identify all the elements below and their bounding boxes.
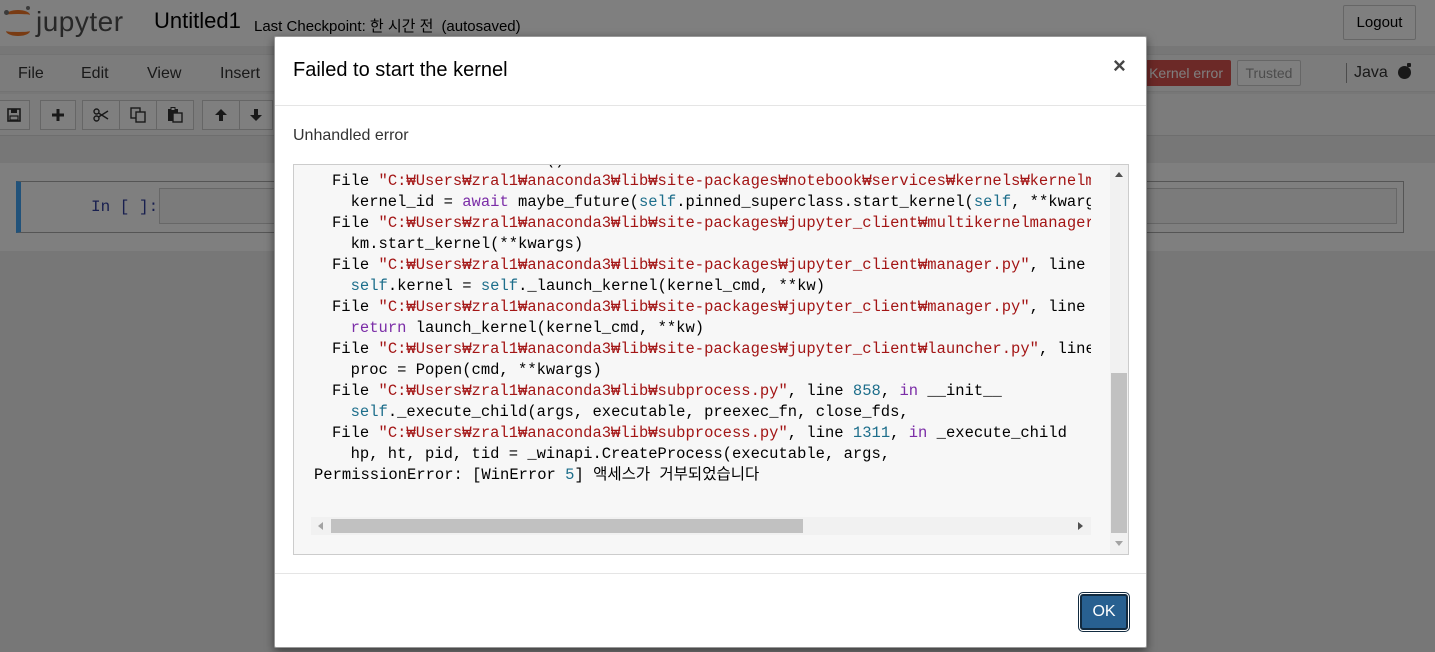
traceback-token: "C:₩Users₩zral1₩anaconda3₩lib₩site-packa… <box>378 340 1039 358</box>
traceback-token: self <box>973 193 1012 211</box>
traceback-token: self <box>480 277 519 295</box>
traceback-token <box>332 403 351 421</box>
traceback-token: "C:₩Users₩zral1₩anaconda3₩lib₩site-packa… <box>378 214 1091 232</box>
traceback-line: self._execute_child(args, executable, pr… <box>314 402 1091 423</box>
traceback-line: return launch_kernel(kernel_cmd, **kw) <box>314 318 1091 339</box>
traceback-token: return <box>350 319 407 337</box>
traceback-line: PermissionError: [WinError 5] 액세스가 거부되었습… <box>314 465 1091 486</box>
traceback-token: , <box>880 382 900 400</box>
scroll-up-arrow-icon[interactable] <box>1115 172 1123 177</box>
traceback-token: proc = Popen(cmd, **kwargs) <box>332 361 602 379</box>
error-message: Unhandled error <box>293 127 409 144</box>
ok-button[interactable]: OK <box>1079 593 1129 631</box>
traceback-token: self <box>350 403 388 421</box>
traceback-token: File <box>332 256 379 274</box>
scroll-down-arrow-icon[interactable] <box>1115 541 1123 546</box>
traceback-token: "C:₩Users₩zral1₩anaconda3₩lib₩subprocess… <box>378 424 788 442</box>
traceback-text: value = future.result() File "C:₩Users₩zr… <box>314 165 1091 486</box>
horizontal-scrollbar[interactable] <box>311 517 1091 535</box>
dialog-title: Failed to start the kernel <box>293 59 508 81</box>
traceback-token: ] 액세스가 거부되었습니다 <box>574 466 760 484</box>
traceback-line: File "C:₩Users₩zral1₩anaconda3₩lib₩site-… <box>314 339 1091 360</box>
traceback-token: .pinned_superclass.start_kernel( <box>676 193 974 211</box>
traceback-line: File "C:₩Users₩zral1₩anaconda3₩lib₩subpr… <box>314 423 1091 444</box>
traceback-token: ._execute_child(args, executable, preexe… <box>387 403 909 421</box>
traceback-token: File <box>332 382 379 400</box>
traceback-token: , line <box>1029 298 1091 316</box>
traceback-line: proc = Popen(cmd, **kwargs) <box>314 360 1091 381</box>
traceback-token: .kernel = <box>387 277 481 295</box>
traceback-token: km.start_kernel(**kwargs) <box>332 235 584 253</box>
traceback-token: launch_kernel(kernel_cmd, **kw) <box>406 319 705 337</box>
traceback-token: __init__ <box>918 382 1002 400</box>
traceback-token: in <box>899 382 919 400</box>
error-dialog: Failed to start the kernel × Unhandled e… <box>274 36 1147 648</box>
traceback-token: File <box>332 214 379 232</box>
traceback-token: , line <box>1029 256 1091 274</box>
traceback-token: self <box>638 193 677 211</box>
traceback-token: value = future.result() <box>332 165 565 169</box>
dialog-footer: OK <box>275 573 1146 647</box>
traceback-token: , line <box>787 382 853 400</box>
traceback-token <box>332 319 351 337</box>
traceback-token: "C:₩Users₩zral1₩anaconda3₩lib₩site-packa… <box>378 256 1030 274</box>
traceback-token: await <box>462 193 509 211</box>
traceback-token: , **kwargs) <box>1011 193 1091 211</box>
traceback-token: _execute_child <box>927 424 1067 442</box>
traceback-line: File "C:₩Users₩zral1₩anaconda3₩lib₩site-… <box>314 213 1091 234</box>
traceback-line: File "C:₩Users₩zral1₩anaconda3₩lib₩site-… <box>314 171 1091 192</box>
traceback-token: 858 <box>852 382 881 400</box>
traceback-token: , line <box>1038 340 1091 358</box>
traceback-token: File <box>332 424 379 442</box>
traceback-token: , line <box>787 424 853 442</box>
traceback-token: ._launch_kernel(kernel_cmd, **kw) <box>518 277 826 295</box>
traceback-token: "C:₩Users₩zral1₩anaconda3₩lib₩site-packa… <box>378 172 1091 190</box>
traceback-line: hp, ht, pid, tid = _winapi.CreateProcess… <box>314 444 1091 465</box>
traceback-line: km.start_kernel(**kwargs) <box>314 234 1091 255</box>
traceback-token: PermissionError: [WinError <box>314 466 566 484</box>
scroll-right-arrow-icon[interactable] <box>1078 522 1083 530</box>
traceback-token: "C:₩Users₩zral1₩anaconda3₩lib₩subprocess… <box>378 382 788 400</box>
traceback-token: self <box>350 277 388 295</box>
scroll-left-arrow-icon[interactable] <box>318 522 323 530</box>
traceback-token: File <box>332 298 379 316</box>
traceback-token: , <box>890 424 909 442</box>
traceback-token <box>332 277 351 295</box>
traceback-line: self.kernel = self._launch_kernel(kernel… <box>314 276 1091 297</box>
horizontal-scroll-thumb[interactable] <box>331 519 803 533</box>
traceback-token: 1311 <box>852 424 891 442</box>
traceback-line: File "C:₩Users₩zral1₩anaconda3₩lib₩site-… <box>314 255 1091 276</box>
traceback-token: hp, ht, pid, tid = _winapi.CreateProcess… <box>332 445 891 463</box>
traceback-line: kernel_id = await maybe_future(self.pinn… <box>314 192 1091 213</box>
traceback-box[interactable]: value = future.result() File "C:₩Users₩zr… <box>293 164 1129 555</box>
traceback-viewport: value = future.result() File "C:₩Users₩zr… <box>294 165 1091 517</box>
traceback-token: File <box>332 340 379 358</box>
traceback-line: File "C:₩Users₩zral1₩anaconda3₩lib₩site-… <box>314 297 1091 318</box>
traceback-token: "C:₩Users₩zral1₩anaconda3₩lib₩site-packa… <box>378 298 1030 316</box>
traceback-token: maybe_future( <box>508 193 639 211</box>
vertical-scroll-thumb[interactable] <box>1111 373 1127 533</box>
traceback-line: File "C:₩Users₩zral1₩anaconda3₩lib₩subpr… <box>314 381 1091 402</box>
vertical-scrollbar[interactable] <box>1110 165 1128 554</box>
traceback-token: File <box>332 172 379 190</box>
close-icon[interactable]: × <box>1113 53 1126 79</box>
traceback-token: in <box>908 424 928 442</box>
dialog-header: Failed to start the kernel × <box>275 37 1146 106</box>
traceback-token: kernel_id = <box>332 193 463 211</box>
